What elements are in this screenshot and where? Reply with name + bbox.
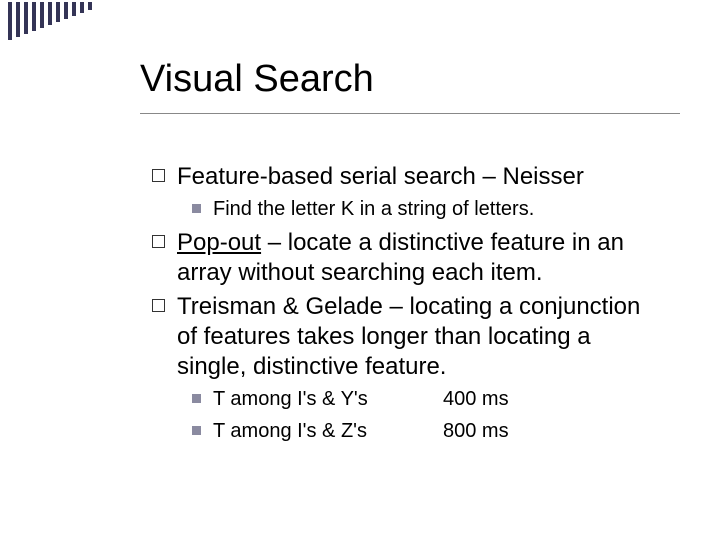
timing-row: T among I's & Y's 400 ms	[213, 386, 650, 412]
bullet-text: Pop-out – locate a distinctive feature i…	[177, 228, 650, 288]
bullet-popout: Pop-out – locate a distinctive feature i…	[152, 228, 650, 288]
bullet-treisman: Treisman & Gelade – locating a conjuncti…	[152, 292, 650, 382]
square-outline-icon	[152, 235, 165, 248]
bullet-text: Treisman & Gelade – locating a conjuncti…	[177, 292, 650, 382]
timing-value: 800 ms	[443, 418, 509, 444]
timing-value: 400 ms	[443, 386, 509, 412]
timing-stimulus: T among I's & Z's	[213, 418, 443, 444]
square-outline-icon	[152, 299, 165, 312]
slide-title: Visual Search	[140, 58, 680, 114]
subbullet-timing-2: T among I's & Z's 800 ms	[192, 418, 650, 444]
decorative-bars	[8, 2, 92, 40]
subbullet-text: Find the letter K in a string of letters…	[213, 196, 534, 222]
subbullet-find-k: Find the letter K in a string of letters…	[192, 196, 650, 222]
timing-row: T among I's & Z's 800 ms	[213, 418, 650, 444]
square-filled-icon	[192, 426, 201, 435]
slide: Visual Search Feature-based serial searc…	[0, 0, 720, 540]
popout-term: Pop-out	[177, 229, 261, 256]
subbullet-timing-1: T among I's & Y's 400 ms	[192, 386, 650, 412]
timing-stimulus: T among I's & Y's	[213, 386, 443, 412]
square-filled-icon	[192, 204, 201, 213]
slide-body: Feature-based serial search – Neisser Fi…	[152, 158, 650, 450]
bullet-serial-search: Feature-based serial search – Neisser	[152, 162, 650, 192]
bullet-text: Feature-based serial search – Neisser	[177, 162, 584, 192]
square-filled-icon	[192, 394, 201, 403]
square-outline-icon	[152, 169, 165, 182]
